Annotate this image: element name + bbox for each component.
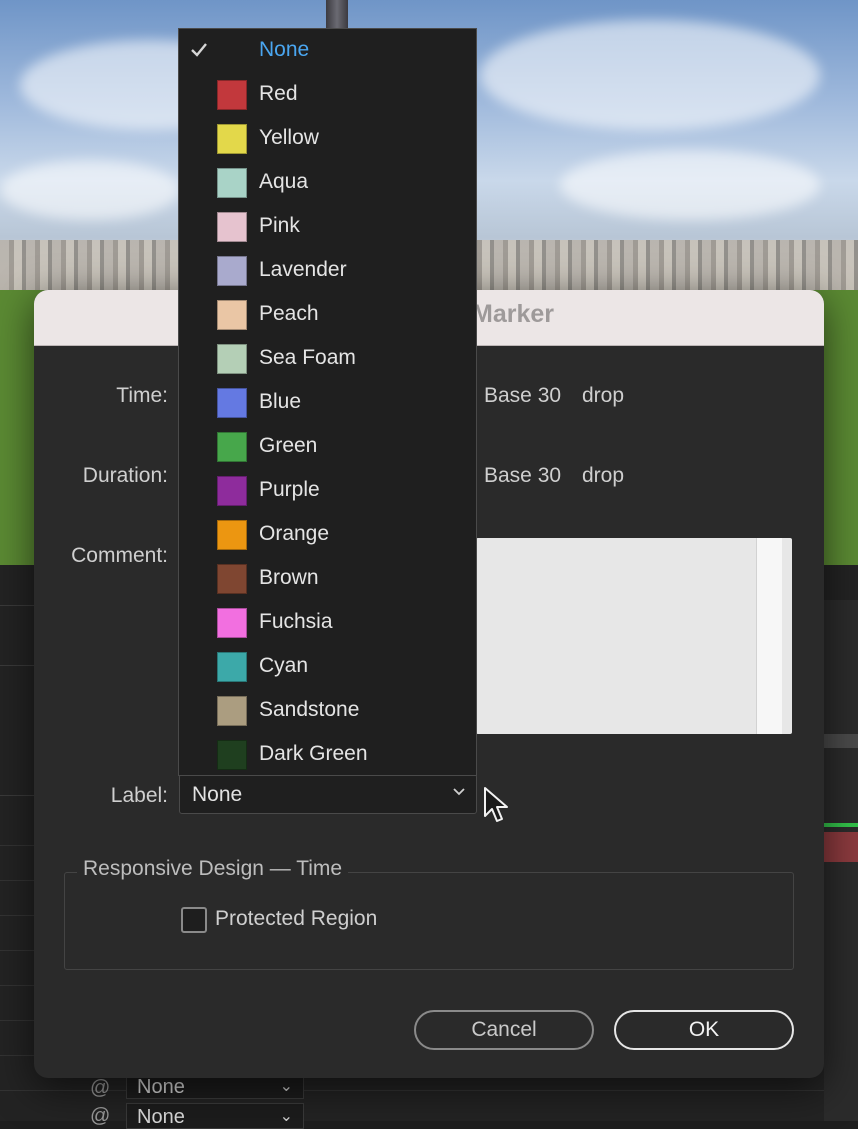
label-option-sandstone[interactable]: Sandstone xyxy=(179,689,476,733)
color-swatch xyxy=(217,740,247,770)
label-option-green[interactable]: Green xyxy=(179,425,476,469)
label-option-text: Sea Foam xyxy=(259,346,356,369)
comment-scrollbar[interactable] xyxy=(756,538,782,734)
label-label: Label: xyxy=(110,784,168,807)
label-option-text: Lavender xyxy=(259,258,347,281)
label-option-text: Peach xyxy=(259,302,319,325)
label-option-text: Brown xyxy=(259,566,319,589)
work-area-bar xyxy=(824,823,858,827)
label-option-fuchsia[interactable]: Fuchsia xyxy=(179,601,476,645)
label-option-text: Pink xyxy=(259,214,300,237)
duration-label: Duration: xyxy=(82,464,168,487)
label-option-none[interactable]: None xyxy=(179,29,476,73)
checkmark-icon xyxy=(191,43,207,57)
label-option-text: Aqua xyxy=(259,170,309,193)
label-option-text: Yellow xyxy=(259,126,319,149)
color-swatch xyxy=(217,652,247,682)
row-label-select[interactable]: None ⌄ xyxy=(126,1103,304,1129)
color-swatch xyxy=(217,124,247,154)
spiral-icon: @ xyxy=(90,1105,111,1127)
label-option-lavender[interactable]: Lavender xyxy=(179,249,476,293)
label-option-red[interactable]: Red xyxy=(179,73,476,117)
duration-base: Base 30 xyxy=(484,464,562,487)
label-option-dark-green[interactable]: Dark Green xyxy=(179,733,476,777)
ok-button[interactable]: OK xyxy=(614,1010,794,1050)
label-option-text: Green xyxy=(259,434,318,457)
label-option-text: Cyan xyxy=(259,654,309,677)
dialog-title: Marker xyxy=(472,300,554,328)
label-select[interactable]: None xyxy=(179,774,477,814)
responsive-design-group: Responsive Design — Time Protected Regio… xyxy=(64,857,794,970)
comment-label: Comment: xyxy=(71,544,168,567)
row-label-value: None xyxy=(137,1106,185,1128)
mouse-pointer-icon xyxy=(484,787,508,822)
time-label: Time: xyxy=(116,384,168,407)
color-swatch xyxy=(217,300,247,330)
label-option-text: Dark Green xyxy=(259,742,368,765)
label-option-cyan[interactable]: Cyan xyxy=(179,645,476,689)
protected-region-label[interactable]: Protected Region xyxy=(215,907,377,931)
protected-region-checkbox[interactable] xyxy=(181,907,207,933)
label-option-brown[interactable]: Brown xyxy=(179,557,476,601)
color-swatch xyxy=(217,608,247,638)
label-select-value: None xyxy=(192,783,243,806)
row-label-value: None xyxy=(137,1076,185,1098)
color-swatch xyxy=(217,432,247,462)
color-swatch xyxy=(217,212,247,242)
label-option-sea-foam[interactable]: Sea Foam xyxy=(179,337,476,381)
color-swatch xyxy=(217,696,247,726)
label-option-pink[interactable]: Pink xyxy=(179,205,476,249)
chevron-down-icon: ⌄ xyxy=(279,1078,293,1095)
label-option-text: Sandstone xyxy=(259,698,360,721)
label-option-blue[interactable]: Blue xyxy=(179,381,476,425)
cancel-button[interactable]: Cancel xyxy=(414,1010,594,1050)
time-drop: drop xyxy=(582,384,625,407)
color-swatch xyxy=(217,564,247,594)
comment-textarea[interactable] xyxy=(476,538,792,734)
chevron-down-icon xyxy=(453,788,465,796)
label-option-text: Orange xyxy=(259,522,330,545)
label-option-orange[interactable]: Orange xyxy=(179,513,476,557)
duration-drop: drop xyxy=(582,464,625,487)
time-base: Base 30 xyxy=(484,384,562,407)
color-swatch xyxy=(217,476,247,506)
label-dropdown-menu: None Red Yellow Aqua Pink Lavender Peach Sea Fo… xyxy=(178,28,477,776)
eiffel-tower-tip xyxy=(326,0,348,30)
label-option-aqua[interactable]: Aqua xyxy=(179,161,476,205)
group-title: Responsive Design — Time xyxy=(77,857,349,881)
color-swatch xyxy=(217,256,247,286)
color-swatch xyxy=(217,520,247,550)
timeline-track-area xyxy=(824,600,858,1121)
color-swatch xyxy=(217,388,247,418)
label-option-purple[interactable]: Purple xyxy=(179,469,476,513)
layer-bar[interactable] xyxy=(824,832,858,862)
color-swatch xyxy=(217,168,247,198)
label-option-text: Blue xyxy=(259,390,302,413)
color-swatch xyxy=(217,80,247,110)
label-option-text: Purple xyxy=(259,478,320,501)
label-option-text: Fuchsia xyxy=(259,610,333,633)
spiral-icon: @ xyxy=(90,1077,111,1099)
color-swatch xyxy=(217,344,247,374)
label-option-text: None xyxy=(259,38,310,61)
label-option-peach[interactable]: Peach xyxy=(179,293,476,337)
chevron-down-icon: ⌄ xyxy=(279,1108,293,1125)
label-option-yellow[interactable]: Yellow xyxy=(179,117,476,161)
label-option-text: Red xyxy=(259,82,298,105)
